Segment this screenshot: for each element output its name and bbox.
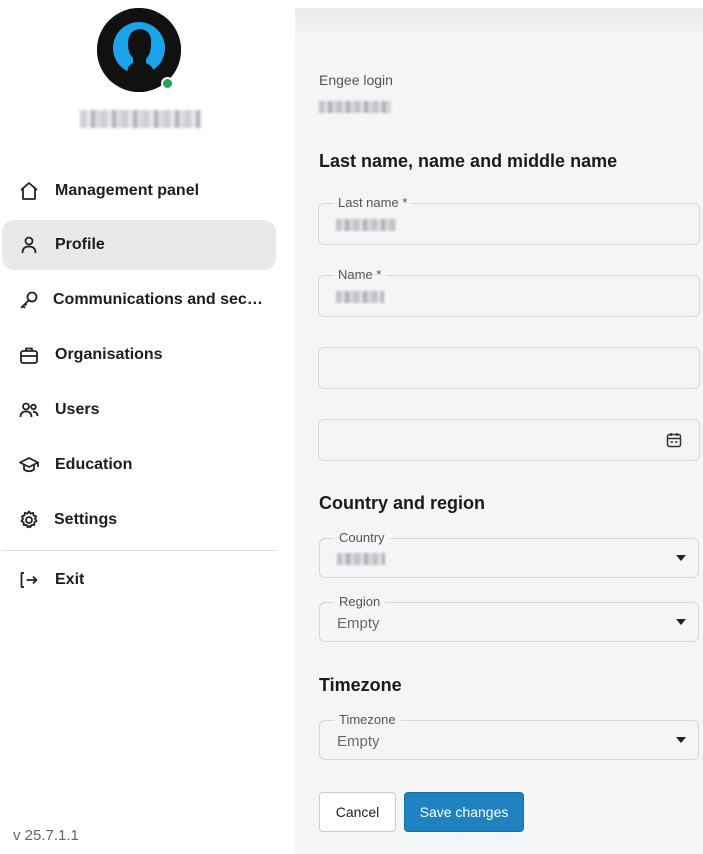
country-value-blurred [337,553,385,565]
sidebar-item-label: Education [55,456,133,473]
graduation-cap-icon [18,454,40,476]
sidebar-item-profile[interactable]: Profile [2,220,276,270]
key-icon [18,289,40,311]
login-label: Engee login [319,72,393,88]
exit-button[interactable]: Exit [2,555,276,605]
name-value-blurred [336,291,384,303]
sidebar-item-communications-security[interactable]: Communications and security [2,275,276,325]
chevron-down-icon [676,555,686,561]
timezone-select[interactable]: Timezone Empty [319,712,699,760]
save-changes-button[interactable]: Save changes [404,792,524,832]
last-name-label: Last name * [333,195,413,211]
sidebar: Management panel Profile Communications … [0,0,295,854]
calendar-icon[interactable] [665,431,683,449]
login-value-blurred [319,101,391,113]
sidebar-item-users[interactable]: Users [2,385,276,435]
sidebar-item-label: Communications and security [53,291,265,308]
timezone-section-title: Timezone [319,675,402,695]
chevron-down-icon [676,619,686,625]
last-name-value-blurred [336,219,396,231]
exit-icon [18,569,40,591]
username-blurred [80,110,201,128]
timezone-label: Timezone [334,712,401,728]
timezone-value: Empty [337,733,380,750]
home-icon [18,180,40,202]
country-select[interactable]: Country [319,530,699,578]
sidebar-item-education[interactable]: Education [2,440,276,490]
sidebar-item-settings[interactable]: Settings [2,495,276,545]
users-icon [18,399,40,421]
app-version: v 25.7.1.1 [13,827,79,844]
user-icon [18,234,40,256]
online-status-dot [161,77,174,90]
region-value: Empty [337,615,380,632]
top-shadow [295,8,703,38]
top-bar [295,0,703,8]
sidebar-item-management-panel[interactable]: Management panel [2,166,276,216]
name-section-title: Last name, name and middle name [319,151,618,171]
sidebar-item-label: Organisations [55,346,163,363]
region-label: Region [334,594,386,610]
sidebar-item-organisations[interactable]: Organisations [2,330,276,380]
name-field[interactable]: Name * [318,267,700,317]
avatar[interactable] [97,8,183,94]
cancel-button[interactable]: Cancel [319,792,396,832]
chevron-down-icon [676,737,686,743]
name-label: Name * [333,267,387,283]
sidebar-item-label: Users [55,401,100,418]
last-name-field[interactable]: Last name * [318,195,700,245]
birth-date-field[interactable] [318,419,700,461]
sidebar-item-label: Management panel [55,182,200,199]
sidebar-item-label: Settings [54,511,118,528]
profile-form: Engee login Last name, name and middle n… [295,0,703,854]
sidebar-item-label: Profile [55,236,105,253]
country-label: Country [334,530,390,546]
exit-label: Exit [55,571,85,588]
country-section-title: Country and region [319,493,485,513]
sidebar-divider [2,550,276,551]
gear-icon [18,509,40,531]
briefcase-icon [18,344,40,366]
region-select[interactable]: Region Empty [319,594,699,642]
middle-name-field[interactable] [318,347,700,389]
